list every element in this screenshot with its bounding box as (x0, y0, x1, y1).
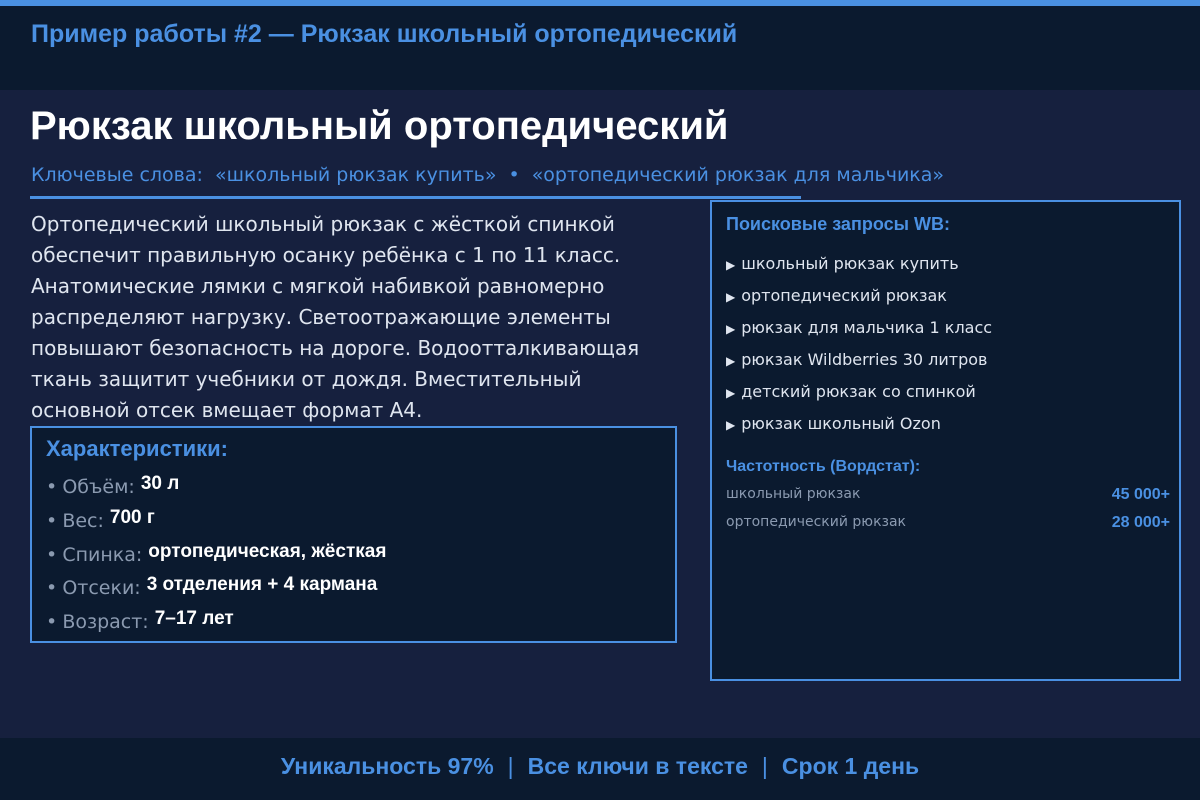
spec-row-volume: • Объём: 30 л (46, 473, 180, 506)
query-item: ▶ рюкзак Wildberries 30 литров (726, 350, 987, 369)
footer-bar: Уникальность 97% | Все ключи в тексте | Срок… (0, 738, 1200, 800)
keywords-label: Ключевые слова: (31, 164, 203, 186)
spec-row-compartments: • Отсеки: 3 отделения + 4 кармана (46, 574, 378, 607)
query-item: ▶ рюкзак для мальчика 1 класс (726, 318, 992, 337)
keyword-separator: • (508, 164, 520, 186)
spec-bullet: • (46, 577, 58, 599)
description-line: обеспечит правильную осанку ребёнка с 1 … (31, 243, 621, 267)
description-line: основной отсек вмещает формат А4. (31, 398, 423, 422)
query-text: детский рюкзак со спинкой (741, 382, 976, 401)
spec-label: Отсеки: (62, 577, 141, 599)
frequency-term: ортопедический рюкзак (726, 514, 907, 530)
footer-separator: | (507, 753, 514, 779)
footer-summary: Уникальность 97% | Все ключи в тексте | Срок… (0, 753, 1200, 780)
frequency-count: 45 000+ (1111, 486, 1170, 503)
page-title: Рюкзак школьный ортопедический (30, 104, 729, 148)
spec-row-back: • Спинка: ортопедическая, жёсткая (46, 541, 387, 574)
spec-bullet: • (46, 544, 58, 566)
frequency-row: школьный рюкзак 45 000+ (726, 486, 1170, 508)
query-text: рюкзак для мальчика 1 класс (741, 318, 993, 337)
query-item: ▶ школьный рюкзак купить (726, 254, 959, 273)
description-line: распределяют нагрузку. Светоотражающие э… (31, 305, 611, 329)
description-line: повышают безопасность на дороге. Водоотт… (31, 336, 640, 360)
query-text: рюкзак Wildberries 30 литров (741, 350, 988, 369)
header-bar: Пример работы #2 — Рюкзак школьный ортоп… (0, 6, 1200, 90)
spec-value: 7–17 лет (154, 608, 234, 629)
query-text: школьный рюкзак купить (741, 254, 959, 273)
triangle-right-icon: ▶ (726, 290, 736, 304)
query-text: ортопедический рюкзак (741, 286, 947, 305)
triangle-right-icon: ▶ (726, 354, 736, 368)
spec-label: Спинка: (62, 544, 143, 566)
frequency-row: ортопедический рюкзак 28 000+ (726, 514, 1170, 536)
spec-row-weight: • Вес: 700 г (46, 507, 155, 540)
spec-bullet: • (46, 476, 58, 498)
query-item: ▶ детский рюкзак со спинкой (726, 382, 976, 401)
specs-title: Характеристики: (46, 436, 228, 461)
keyword-2: «ортопедический рюкзак для мальчика» (531, 164, 945, 186)
footer-uniqueness: Уникальность 97% (280, 753, 494, 779)
header-title: Пример работы #2 — Рюкзак школьный ортоп… (31, 20, 738, 48)
spec-bullet: • (46, 611, 58, 633)
keywords-line: Ключевые слова: «школьный рюкзак купить»… (31, 164, 944, 186)
search-queries-panel: Поисковые запросы WB: ▶ школьный рюкзак к… (710, 200, 1181, 681)
description-line: ткань защитит учебники от дождя. Вместит… (31, 367, 582, 391)
description-line: Ортопедический школьный рюкзак с жёсткой… (31, 212, 615, 236)
query-item: ▶ ортопедический рюкзак (726, 286, 947, 305)
query-text: рюкзак школьный Ozon (741, 414, 941, 433)
keywords-underline (30, 196, 801, 199)
spec-value: 30 л (140, 473, 180, 494)
spec-value: ортопедическая, жёсткая (148, 541, 387, 562)
spec-value: 700 г (109, 507, 155, 528)
spec-bullet: • (46, 510, 58, 532)
query-item: ▶ рюкзак школьный Ozon (726, 414, 941, 433)
triangle-right-icon: ▶ (726, 418, 736, 432)
spec-label: Вес: (62, 510, 104, 532)
spec-label: Объём: (62, 476, 135, 498)
footer-keys: Все ключи в тексте (527, 753, 748, 779)
description-line: Анатомические лямки с мягкой набивкой ра… (31, 274, 605, 298)
keyword-1: «школьный рюкзак купить» (215, 164, 497, 186)
footer-separator: | (761, 753, 768, 779)
search-queries-title: Поисковые запросы WB: (726, 214, 950, 234)
product-description: Ортопедический школьный рюкзак с жёсткой… (31, 209, 711, 426)
spec-row-age: • Возраст: 7–17 лет (46, 608, 234, 641)
frequency-term: школьный рюкзак (726, 486, 861, 502)
footer-deadline: Срок 1 день (781, 753, 920, 779)
triangle-right-icon: ▶ (726, 258, 736, 272)
triangle-right-icon: ▶ (726, 386, 736, 400)
frequency-count: 28 000+ (1111, 514, 1170, 531)
triangle-right-icon: ▶ (726, 322, 736, 336)
spec-value: 3 отделения + 4 кармана (146, 574, 378, 595)
frequency-title: Частотность (Вордстат): (726, 458, 921, 475)
specs-panel: Характеристики: • Объём: 30 л • Вес: 700 г… (30, 426, 677, 643)
spec-label: Возраст: (62, 611, 149, 633)
